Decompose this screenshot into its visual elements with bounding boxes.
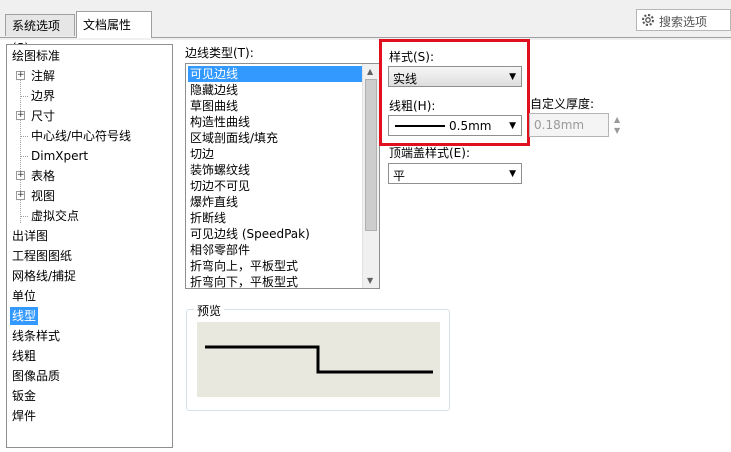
- edge-type-list[interactable]: 可见边线 隐藏边线 草图曲线 构造性曲线 区域剖面线/填充 切边 装饰螺纹线 切…: [185, 63, 380, 289]
- tree-guide-line: [20, 75, 21, 223]
- tree-item-centerlines[interactable]: 中心线/中心符号线: [31, 127, 131, 145]
- tree-guide-line: [20, 216, 28, 217]
- preview-area: [197, 322, 440, 397]
- list-item[interactable]: 折断线: [188, 210, 228, 226]
- tree-item-drawing-sheets[interactable]: 工程图图纸: [12, 247, 72, 265]
- edge-type-label: 边线类型(T):: [185, 46, 254, 60]
- search-placeholder: 搜索选项: [659, 15, 708, 29]
- chevron-down-icon: ▼: [509, 169, 516, 179]
- tree-item-virtual-sharps[interactable]: 虚拟交点: [31, 207, 79, 225]
- tree-item-sheet-metal[interactable]: 钣金: [12, 387, 36, 405]
- tree-item-views[interactable]: 视图: [31, 187, 55, 205]
- list-item[interactable]: 可见边线: [188, 66, 362, 82]
- gear-icon: [642, 14, 654, 26]
- tree-item-grid-snap[interactable]: 网格线/捕捉: [12, 267, 76, 285]
- list-item[interactable]: 草图曲线: [188, 98, 240, 114]
- spin-down-icon[interactable]: ▼: [614, 126, 620, 135]
- tree-item-units[interactable]: 单位: [12, 287, 36, 305]
- scroll-up-icon[interactable]: ▲: [367, 67, 373, 76]
- custom-thickness-label: 自定义厚度:: [530, 97, 595, 111]
- tree-item-line-font[interactable]: 线型: [10, 307, 39, 325]
- tree-item-dimensions[interactable]: 尺寸: [31, 107, 55, 125]
- list-item[interactable]: 切边: [188, 146, 216, 162]
- scroll-down-icon[interactable]: ▼: [367, 276, 373, 285]
- custom-thickness-value: 0.18mm: [534, 118, 585, 132]
- preview-line: [205, 345, 433, 374]
- tree-item-drafting-standard[interactable]: 绘图标准: [12, 47, 60, 65]
- tree-item-line-thickness[interactable]: 线粗: [12, 347, 36, 365]
- expand-icon[interactable]: +: [16, 111, 25, 120]
- tree-item-tables[interactable]: 表格: [31, 167, 55, 185]
- expand-icon[interactable]: +: [16, 71, 25, 80]
- scroll-thumb[interactable]: [365, 79, 377, 231]
- tree-item-borders[interactable]: 边界: [31, 87, 55, 105]
- expand-icon[interactable]: +: [16, 191, 25, 200]
- list-item[interactable]: 爆炸直线: [188, 194, 240, 210]
- tree-item-image-quality[interactable]: 图像品质: [12, 367, 60, 385]
- list-item[interactable]: 区域剖面线/填充: [188, 130, 280, 146]
- tree-item-annotations[interactable]: 注解: [31, 67, 55, 85]
- tab-system-options[interactable]: 系统选项(S): [5, 14, 75, 55]
- tree-item-detailing[interactable]: 出详图: [12, 227, 48, 245]
- property-tree[interactable]: 绘图标准 + 注解 边界 + 尺寸 中心线/中心符号线 DimXpert + 表…: [6, 44, 173, 448]
- end-cap-dropdown[interactable]: 平 ▼: [388, 163, 522, 184]
- tab-document-properties[interactable]: 文档属性(D): [76, 11, 152, 59]
- list-item[interactable]: 折弯向上，平板型式: [188, 258, 300, 274]
- spin-up-icon[interactable]: ▲: [614, 115, 620, 124]
- list-item[interactable]: 构造性曲线: [188, 114, 252, 130]
- search-box[interactable]: 搜索选项: [636, 9, 731, 31]
- tree-item-line-style[interactable]: 线条样式: [12, 327, 60, 345]
- tree-item-dimxpert[interactable]: DimXpert: [31, 147, 88, 165]
- custom-thickness-input[interactable]: 0.18mm: [529, 113, 609, 137]
- tree-guide-line: [20, 156, 28, 157]
- preview-label: 预览: [194, 302, 225, 319]
- end-cap-label: 顶端盖样式(E):: [389, 146, 470, 160]
- highlight-box: [379, 39, 530, 146]
- vertical-scrollbar[interactable]: ▲ ▼: [362, 64, 379, 288]
- end-cap-value: 平: [393, 169, 406, 183]
- list-item[interactable]: 装饰螺纹线: [188, 162, 252, 178]
- list-item[interactable]: 隐藏边线: [188, 82, 240, 98]
- tree-guide-line: [20, 96, 28, 97]
- list-item[interactable]: 相邻零部件: [188, 242, 252, 258]
- list-item[interactable]: 折弯向下，平板型式: [188, 274, 300, 288]
- tree-guide-line: [20, 136, 28, 137]
- tree-item-weldments[interactable]: 焊件: [12, 407, 36, 425]
- expand-icon[interactable]: +: [16, 171, 25, 180]
- list-item[interactable]: 切边不可见: [188, 178, 252, 194]
- list-item[interactable]: 可见边线 (SpeedPak): [188, 226, 312, 242]
